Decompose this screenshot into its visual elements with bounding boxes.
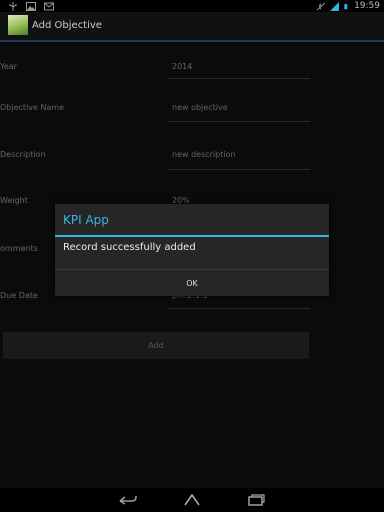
due-date-underline xyxy=(168,308,310,309)
navigation-bar xyxy=(0,488,384,512)
dialog-title-divider xyxy=(55,235,329,237)
clock: 19:59 xyxy=(354,1,380,11)
year-field[interactable]: 2014 xyxy=(172,62,192,71)
due-date-label: Due Date xyxy=(0,291,38,300)
usb-icon xyxy=(9,1,17,11)
objective-name-label: Objective Name xyxy=(0,103,65,112)
success-dialog: KPI App Record successfully added OK xyxy=(55,204,329,296)
description-underline xyxy=(168,169,310,170)
status-bar: 19:59 xyxy=(0,0,384,12)
objective-name-underline xyxy=(168,121,310,122)
ok-button[interactable]: OK xyxy=(55,270,329,296)
dialog-title: KPI App xyxy=(63,213,109,227)
form-row-objective-name: Objective Name new objective xyxy=(0,97,384,137)
battery-icon xyxy=(344,3,348,9)
app-icon[interactable] xyxy=(8,15,28,35)
year-underline xyxy=(168,78,310,79)
page-title: Add Objective xyxy=(32,20,102,31)
weight-label: Weight xyxy=(0,196,28,205)
mail-icon xyxy=(44,2,54,10)
form-row-description: Description new description xyxy=(0,144,384,184)
dialog-message: Record successfully added xyxy=(63,242,196,253)
mute-icon xyxy=(316,2,326,10)
action-bar: Add Objective xyxy=(0,12,384,42)
form-row-year: Year 2014 xyxy=(0,56,384,96)
image-icon xyxy=(26,1,36,11)
year-label: Year xyxy=(0,62,17,71)
add-button[interactable]: Add xyxy=(3,332,309,359)
recents-icon[interactable] xyxy=(244,492,268,508)
objective-name-field[interactable]: new objective xyxy=(172,103,228,112)
signal-icon xyxy=(330,1,340,11)
description-label: Description xyxy=(0,150,46,159)
comments-label: omments xyxy=(0,244,38,253)
back-icon[interactable] xyxy=(116,492,140,508)
home-icon[interactable] xyxy=(180,492,204,508)
description-field[interactable]: new description xyxy=(172,150,236,159)
